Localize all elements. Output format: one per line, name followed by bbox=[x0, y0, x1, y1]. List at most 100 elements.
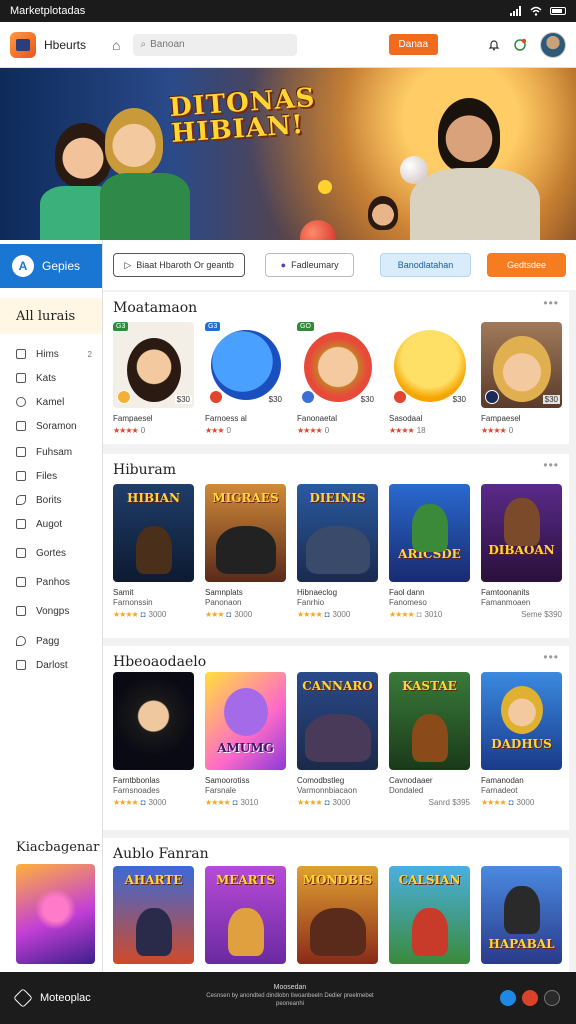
sidebar-item[interactable]: Panhos bbox=[0, 570, 102, 594]
rating-value: 0 bbox=[140, 426, 146, 435]
game-icon[interactable] bbox=[522, 990, 538, 1006]
filter-button[interactable]: ▷ Biaat Hbaroth Or geantb bbox=[113, 253, 246, 277]
sidebar-item-label: Fuhsam bbox=[36, 446, 73, 458]
top-bar: Hbeurts ⌂ ⌕ Danaa bbox=[0, 22, 576, 68]
card-price: $30 bbox=[174, 395, 192, 404]
card-subtitle: Farnsnoades bbox=[113, 786, 160, 795]
banner-orb bbox=[400, 156, 428, 184]
sidebar-item[interactable]: Fuhsam bbox=[0, 440, 102, 464]
game-card[interactable]: $30 Fampaesel ★★★★ 0 bbox=[481, 322, 562, 435]
game-card[interactable]: MIGRAES Samnplats Panonaon ★★★ ◘ 3000 bbox=[205, 484, 286, 619]
game-card[interactable]: Farntbbonlas Farnsnoades ★★★★ ◘ 3000 bbox=[113, 672, 194, 807]
game-card[interactable]: KASTAE Cavnodaaer Dondaled Sanrd $395 bbox=[389, 672, 470, 807]
more-icon[interactable]: ••• bbox=[543, 296, 559, 310]
game-card[interactable]: CALSIAN bbox=[389, 866, 470, 964]
star-icons: ★★★★ bbox=[297, 610, 323, 619]
star-icons: ★★★★ bbox=[389, 610, 415, 619]
sidebar-item[interactable]: Borits bbox=[0, 488, 102, 512]
game-card[interactable]: G3 $30 Fampaesel ★★★★ 0 bbox=[113, 322, 194, 435]
more-icon[interactable]: ••• bbox=[543, 650, 559, 664]
game-card[interactable]: GO $30 Fanonaetal ★★★★ 0 bbox=[297, 322, 378, 435]
sidebar-item-label: Darlost bbox=[36, 659, 68, 671]
card-rating: ★★★★ 0 bbox=[297, 426, 378, 435]
card-art-title: HAPABAL bbox=[488, 937, 555, 951]
notification-icon[interactable] bbox=[484, 35, 504, 55]
globe-icon[interactable] bbox=[500, 990, 516, 1006]
game-card[interactable]: HIBIAN Samit Farnonssin ★★★★ ◘ 3000 bbox=[113, 484, 194, 619]
sidebar-item[interactable]: Pagg bbox=[0, 629, 102, 653]
search-input[interactable] bbox=[150, 39, 281, 50]
filter-label: Gedtsdee bbox=[506, 260, 546, 270]
section-title: Aublo Fanran bbox=[113, 846, 209, 862]
sidebar-item[interactable]: Hims 2 bbox=[0, 342, 102, 366]
filter-button[interactable]: Gedtsdee bbox=[486, 253, 566, 277]
game-card[interactable]: AMUMG Samoorotiss Farsnale ★★★★ ◘ 3010 bbox=[205, 672, 286, 807]
card-thumbnail: MIGRAES bbox=[205, 484, 286, 582]
section-title: Hiburam bbox=[113, 462, 176, 478]
footer-line: Cesnsen by anondted dindlobn tiwoanbeeln… bbox=[206, 993, 374, 999]
sidebar-item[interactable]: Kats bbox=[0, 366, 102, 390]
search-bar[interactable]: ⌕ bbox=[132, 33, 297, 56]
footer-line: peoneanhi bbox=[275, 1001, 305, 1007]
banner-orb bbox=[300, 220, 336, 240]
sidebar-active-item[interactable]: A Gepies bbox=[0, 244, 102, 288]
sidebar-featured-thumbnail[interactable] bbox=[16, 864, 95, 964]
filter-label: Fadleumary bbox=[291, 260, 339, 270]
rating-value: 18 bbox=[416, 426, 426, 435]
sidebar-item[interactable]: Vongps bbox=[0, 599, 102, 623]
game-card[interactable]: AHARTE bbox=[113, 866, 194, 964]
hero-banner[interactable]: DITONAS HIBIAN! bbox=[0, 68, 576, 240]
app-logo[interactable] bbox=[10, 31, 36, 58]
card-rating: ★★★★ ◘ 3010 bbox=[389, 610, 470, 619]
section-card-row: Moatamaon ••• G3 $30 Fampaesel ★★★★ 0 G3 … bbox=[103, 292, 569, 444]
game-card[interactable]: DIBAOAN Famtoonanits Famanmoaen Seme $39… bbox=[481, 484, 562, 619]
game-card[interactable]: MONDBIS bbox=[297, 866, 378, 964]
top-action-button[interactable]: Danaa bbox=[388, 34, 438, 55]
sidebar-item[interactable]: Darlost bbox=[0, 653, 102, 677]
home-icon[interactable]: ⌂ bbox=[112, 37, 120, 53]
sidebar-item[interactable]: Kamel bbox=[0, 390, 102, 414]
more-icon[interactable]: ••• bbox=[543, 458, 559, 472]
box-icon bbox=[16, 548, 26, 558]
game-card[interactable]: CANNARO Comodbstleg Varmonnbiacaon ★★★★ ◘… bbox=[297, 672, 378, 807]
game-card[interactable]: HAPABAL bbox=[481, 866, 562, 964]
coin-icon bbox=[209, 390, 223, 404]
game-card[interactable]: DADHUS Famanodan Farnadeot ★★★★ ◘ 3000 bbox=[481, 672, 562, 807]
filter-label: Banodlatahan bbox=[397, 260, 454, 270]
card-icon bbox=[16, 606, 26, 616]
star-icons: ★★★★ bbox=[113, 798, 139, 807]
banner-character bbox=[368, 196, 398, 230]
sidebar-item-label: Augot bbox=[36, 518, 63, 530]
sidebar: A Gepies All lurais Hims 2 Kats Kamel Sor… bbox=[0, 240, 103, 972]
bottom-app-name: Moteoplac bbox=[40, 992, 91, 1004]
game-card[interactable]: MEARTS bbox=[205, 866, 286, 964]
game-card[interactable]: $30 Sasodaal ★★★★ 18 bbox=[389, 322, 470, 435]
rating-value: 3000 bbox=[332, 798, 351, 807]
app-logo-icon[interactable] bbox=[13, 988, 33, 1008]
status-icons bbox=[510, 6, 566, 16]
refresh-icon[interactable] bbox=[510, 35, 530, 55]
sidebar-item[interactable]: Gortes bbox=[0, 541, 102, 565]
sidebar-item[interactable]: Soramon bbox=[0, 414, 102, 438]
sidebar-item[interactable]: Files bbox=[0, 464, 102, 488]
card-name: Fampaesel bbox=[113, 414, 153, 423]
banner-title: DITONAS HIBIAN! bbox=[168, 83, 318, 149]
battery-icon bbox=[550, 7, 566, 15]
game-card[interactable]: G3 $30 Farnoess al ★★★ 0 bbox=[205, 322, 286, 435]
user-avatar[interactable] bbox=[540, 31, 566, 58]
game-card[interactable]: DIEINIS Hibnaeclog Fanrhio ★★★★ ◘ 3000 bbox=[297, 484, 378, 619]
sidebar-item-label: Pagg bbox=[36, 635, 60, 647]
game-card[interactable]: ARICSDE Faol dann Fanomeso ★★★★ ◘ 3010 bbox=[389, 484, 470, 619]
card-rating: ★★★★ 0 bbox=[481, 426, 562, 435]
card-rating: Seme $390 bbox=[481, 610, 562, 619]
section-title: Moatamaon bbox=[113, 300, 198, 316]
card-rating: ★★★ ◘ 3000 bbox=[205, 610, 286, 619]
profile-icon[interactable] bbox=[544, 990, 560, 1006]
star-icons: ★★★★ bbox=[389, 426, 415, 435]
sidebar-section-title[interactable]: All lurais bbox=[0, 298, 102, 334]
sidebar-item[interactable]: Augot bbox=[0, 512, 102, 536]
filter-button[interactable]: Banodlatahan bbox=[380, 253, 471, 277]
card-rating: ★★★ 0 bbox=[205, 426, 286, 435]
card-tag: G3 bbox=[205, 322, 221, 331]
filter-button[interactable]: ● Fadleumary bbox=[265, 253, 355, 277]
